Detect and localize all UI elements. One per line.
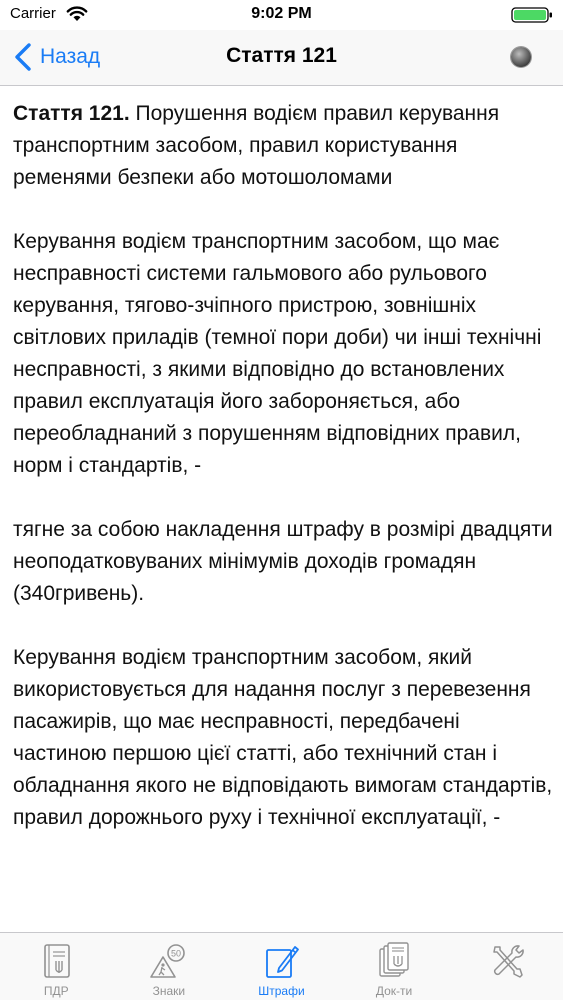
page-title: Стаття 121 [226, 44, 337, 67]
tab-documents[interactable]: Док-ти [338, 933, 451, 1000]
status-indicator-icon[interactable] [511, 47, 531, 67]
article-content: Стаття 121. Порушення водієм правил керу… [13, 98, 553, 928]
status-time: 9:02 PM [251, 5, 312, 22]
tab-signs-label: Знаки [152, 984, 186, 998]
navigation-bar: Назад Стаття 121 [0, 30, 563, 86]
tab-bar: ПДР 50 Знаки Штрафи Док-ти [0, 932, 563, 1000]
article-paragraph: Керування водієм транспортним засобом, я… [13, 646, 553, 829]
tools-icon [492, 945, 524, 978]
fines-pencil-icon [266, 946, 300, 978]
tab-tools[interactable] [450, 933, 563, 1000]
article-paragraph: тягне за собою накладення штрафу в розмі… [13, 518, 553, 605]
rules-book-icon [44, 944, 71, 978]
article-heading: Стаття 121. Порушення водієм правил керу… [13, 98, 553, 194]
tab-signs[interactable]: 50 Знаки [113, 933, 226, 1000]
road-signs-icon: 50 [150, 944, 185, 978]
tab-pdr[interactable]: ПДР [0, 933, 113, 1000]
tab-fines-label: Штрафи [258, 984, 305, 998]
speed-limit-badge: 50 [171, 949, 181, 959]
tab-pdr-label: ПДР [43, 984, 69, 998]
status-bar: Carrier 9:02 PM [0, 0, 563, 30]
article-paragraph: Керування водієм транспортним засобом, щ… [13, 230, 542, 477]
tab-documents-label: Док-ти [375, 984, 413, 998]
tab-fines[interactable]: Штрафи [225, 933, 338, 1000]
article-number: Стаття 121. [13, 102, 130, 125]
documents-icon [379, 942, 409, 977]
battery-icon [511, 7, 552, 23]
